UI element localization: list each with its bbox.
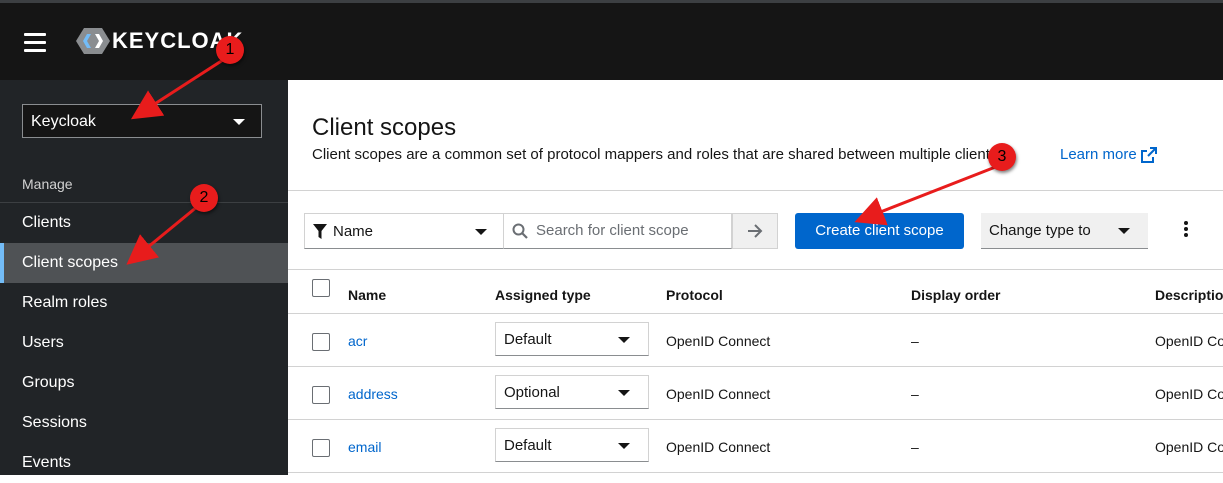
caret-down-icon — [618, 337, 630, 343]
display-order-cell: – — [911, 439, 919, 455]
sidebar-item-label: Clients — [22, 214, 71, 231]
assigned-type-value: Optional — [504, 384, 560, 401]
protocol-cell: OpenID Connect — [666, 333, 771, 349]
column-header-description: Description — [1155, 287, 1223, 303]
sidebar-item-label: Client scopes — [22, 254, 119, 271]
search-box — [503, 213, 732, 249]
row-checkbox[interactable] — [312, 386, 330, 404]
change-type-dropdown[interactable]: Change type to — [981, 213, 1148, 249]
client-scope-link[interactable]: email — [348, 439, 381, 455]
caret-down-icon — [618, 443, 630, 449]
column-header-protocol: Protocol — [666, 287, 723, 303]
client-scope-link[interactable]: address — [348, 386, 398, 402]
protocol-cell: OpenID Connect — [666, 386, 771, 402]
search-icon — [512, 223, 528, 239]
nav-section-manage: Manage — [22, 176, 73, 192]
sidebar-item-sessions[interactable]: Sessions — [0, 403, 288, 443]
caret-down-icon — [1118, 228, 1130, 234]
search-input[interactable] — [534, 221, 728, 240]
assigned-type-value: Default — [504, 437, 552, 454]
assigned-type-select[interactable]: Optional — [495, 375, 649, 409]
row-checkbox[interactable] — [312, 439, 330, 457]
table-header-divider — [288, 313, 1223, 314]
section-divider — [288, 190, 1223, 191]
description-cell: OpenID Co — [1155, 333, 1223, 349]
external-link-icon — [1140, 146, 1157, 163]
protocol-cell: OpenID Connect — [666, 439, 771, 455]
change-type-label: Change type to — [989, 222, 1091, 239]
annotation-badge-2: 2 — [190, 184, 218, 212]
display-order-cell: – — [911, 333, 919, 349]
column-header-assigned-type: Assigned type — [495, 287, 591, 303]
sidebar-item-label: Users — [22, 334, 64, 351]
sidebar-item-users[interactable]: Users — [0, 323, 288, 363]
filter-attribute-select[interactable]: Name — [304, 213, 504, 249]
sidebar: Keycloak Manage Clients Client scopes Re… — [0, 80, 288, 475]
client-scope-link[interactable]: acr — [348, 333, 367, 349]
assigned-type-select[interactable]: Default — [495, 322, 649, 356]
sidebar-item-realm-roles[interactable]: Realm roles — [0, 283, 288, 323]
sidebar-item-label: Sessions — [22, 414, 87, 431]
row-divider — [288, 366, 1223, 367]
assigned-type-select[interactable]: Default — [495, 428, 649, 462]
sidebar-item-label: Groups — [22, 374, 75, 391]
arrow-right-icon — [748, 224, 763, 238]
select-all-checkbox[interactable] — [312, 279, 330, 297]
column-header-name[interactable]: Name — [348, 287, 386, 303]
main-content: Client scopes Client scopes are a common… — [288, 80, 1223, 475]
sidebar-item-events[interactable]: Events — [0, 443, 288, 483]
sidebar-item-label: Events — [22, 454, 71, 471]
sidebar-item-label: Realm roles — [22, 294, 108, 311]
realm-selector[interactable]: Keycloak — [22, 104, 262, 138]
row-checkbox[interactable] — [312, 333, 330, 351]
annotation-badge-3: 3 — [988, 143, 1016, 171]
description-cell: OpenID Co — [1155, 386, 1223, 402]
column-header-display-order: Display order — [911, 287, 1001, 303]
search-submit-button[interactable] — [732, 213, 778, 249]
annotation-badge-1: 1 — [216, 36, 244, 64]
display-order-cell: – — [911, 386, 919, 402]
table-top-divider — [288, 269, 1223, 270]
keycloak-logo-icon — [76, 28, 110, 54]
realm-selector-value: Keycloak — [31, 113, 96, 130]
menu-toggle-icon[interactable] — [24, 33, 46, 52]
page-description: Client scopes are a common set of protoc… — [312, 146, 1002, 163]
sidebar-item-clients[interactable]: Clients — [0, 203, 288, 243]
sidebar-item-client-scopes[interactable]: Client scopes — [0, 243, 288, 283]
description-cell: OpenID Co — [1155, 439, 1223, 455]
caret-down-icon — [475, 229, 487, 235]
assigned-type-value: Default — [504, 331, 552, 348]
filter-icon — [313, 224, 327, 239]
learn-more-link[interactable]: Learn more — [1060, 146, 1157, 163]
page-title: Client scopes — [312, 114, 457, 141]
kebab-menu-icon[interactable] — [1184, 221, 1190, 241]
row-divider — [288, 472, 1223, 473]
masthead: KEYCLOAK — [0, 3, 1223, 80]
learn-more-label: Learn more — [1060, 146, 1137, 163]
row-divider — [288, 419, 1223, 420]
filter-attribute-value: Name — [333, 223, 374, 240]
sidebar-item-groups[interactable]: Groups — [0, 363, 288, 403]
caret-down-icon — [618, 390, 630, 396]
create-client-scope-button[interactable]: Create client scope — [795, 213, 964, 249]
caret-down-icon — [233, 119, 245, 125]
